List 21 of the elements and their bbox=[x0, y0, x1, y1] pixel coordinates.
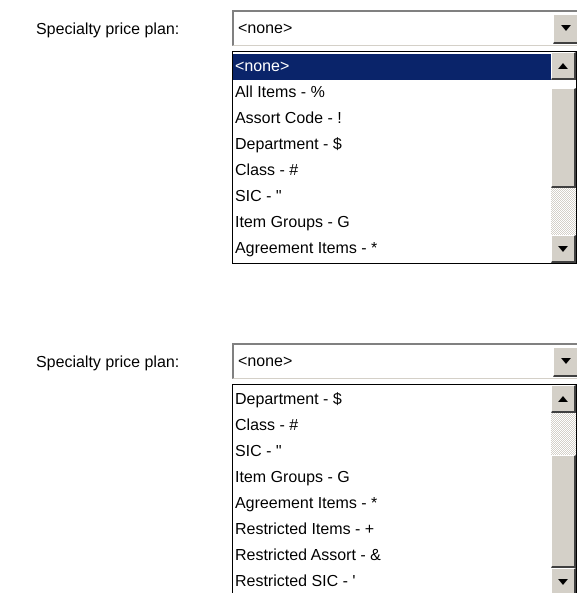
scroll-down-button[interactable] bbox=[551, 568, 576, 593]
scroll-down-button[interactable] bbox=[551, 235, 576, 263]
dropdown-button[interactable] bbox=[553, 14, 577, 44]
field-label: Specialty price plan: bbox=[35, 20, 180, 40]
scroll-up-button[interactable] bbox=[551, 385, 576, 413]
down-arrow-icon bbox=[558, 578, 568, 584]
field-label: Specialty price plan: bbox=[35, 353, 180, 373]
scroll-up-button[interactable] bbox=[551, 52, 576, 80]
scrollbar-thumb[interactable] bbox=[551, 455, 576, 568]
up-arrow-icon bbox=[558, 396, 568, 402]
dropdown-value: <none> bbox=[237, 352, 294, 372]
dropdown-field[interactable]: <none> bbox=[232, 343, 577, 379]
down-arrow-icon bbox=[560, 358, 570, 364]
dropdown-button[interactable] bbox=[553, 346, 577, 376]
dropdown-field[interactable]: <none> bbox=[232, 10, 577, 46]
down-arrow-icon bbox=[558, 246, 568, 252]
dropdown-value: <none> bbox=[237, 18, 294, 38]
up-arrow-icon bbox=[558, 62, 568, 68]
scrollbar-thumb[interactable] bbox=[551, 88, 576, 188]
down-arrow-icon bbox=[560, 25, 570, 31]
list-option[interactable]: <none> bbox=[233, 54, 551, 80]
